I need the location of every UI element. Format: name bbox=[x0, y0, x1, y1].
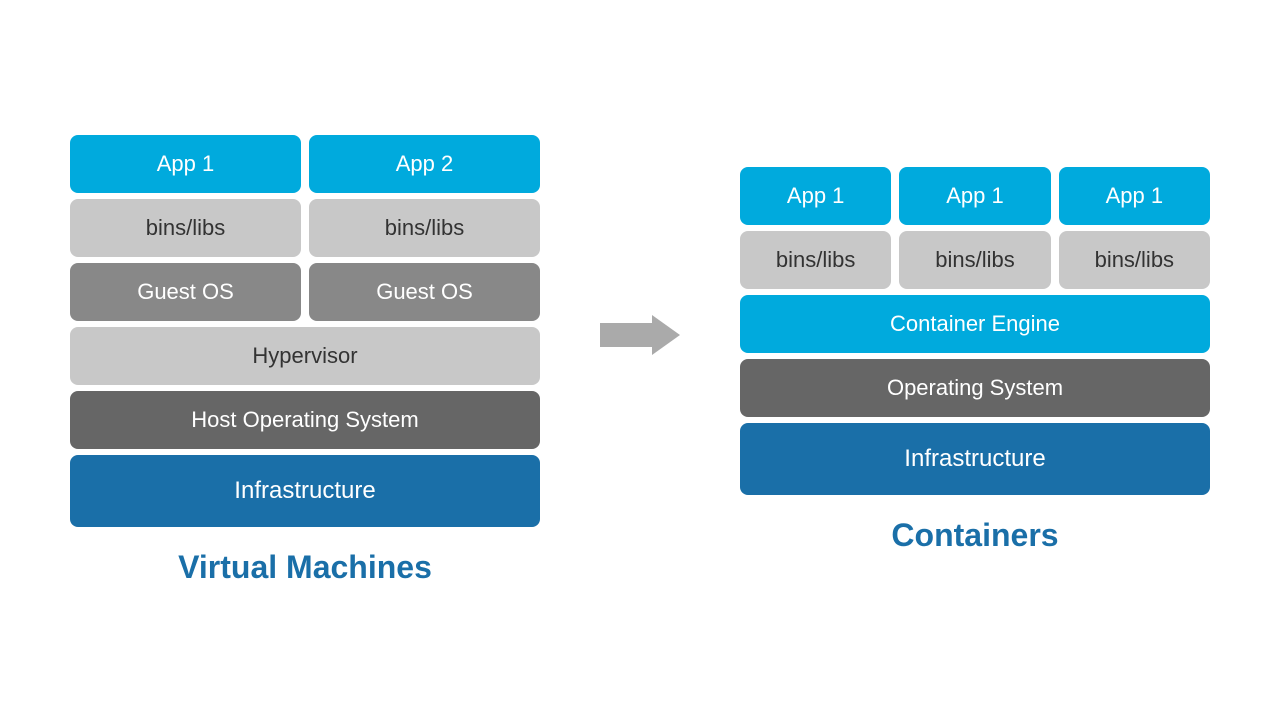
vm-guestos2: Guest OS bbox=[309, 263, 540, 321]
vm-app1: App 1 bbox=[70, 135, 301, 193]
ct-row-engine: Container Engine bbox=[740, 295, 1210, 353]
vm-row-hostos: Host Operating System bbox=[70, 391, 540, 449]
main-layout: App 1 App 2 bins/libs bins/libs Guest OS… bbox=[0, 115, 1280, 606]
ct-infra: Infrastructure bbox=[740, 423, 1210, 495]
ct-bins2: bins/libs bbox=[899, 231, 1050, 289]
ct-app3: App 1 bbox=[1059, 167, 1210, 225]
ct-app2: App 1 bbox=[899, 167, 1050, 225]
arrow-container bbox=[600, 310, 680, 360]
containers-title: Containers bbox=[891, 517, 1058, 554]
ct-row-os: Operating System bbox=[740, 359, 1210, 417]
vm-bins1: bins/libs bbox=[70, 199, 301, 257]
ct-engine: Container Engine bbox=[740, 295, 1210, 353]
vm-title: Virtual Machines bbox=[178, 549, 432, 586]
vm-section: App 1 App 2 bins/libs bins/libs Guest OS… bbox=[70, 135, 540, 586]
ct-os: Operating System bbox=[740, 359, 1210, 417]
ct-bins3: bins/libs bbox=[1059, 231, 1210, 289]
ct-row-bins: bins/libs bins/libs bins/libs bbox=[740, 231, 1210, 289]
vm-row-infra: Infrastructure bbox=[70, 455, 540, 527]
vm-hypervisor: Hypervisor bbox=[70, 327, 540, 385]
ct-app1: App 1 bbox=[740, 167, 891, 225]
ct-row-infra: Infrastructure bbox=[740, 423, 1210, 495]
vm-bins2: bins/libs bbox=[309, 199, 540, 257]
vm-row-apps: App 1 App 2 bbox=[70, 135, 540, 193]
vm-guestos1: Guest OS bbox=[70, 263, 301, 321]
vm-infra: Infrastructure bbox=[70, 455, 540, 527]
vm-app2: App 2 bbox=[309, 135, 540, 193]
containers-stack: App 1 App 1 App 1 bins/libs bins/libs bi… bbox=[740, 167, 1210, 495]
arrow-icon bbox=[600, 310, 680, 360]
ct-bins1: bins/libs bbox=[740, 231, 891, 289]
ct-row-apps: App 1 App 1 App 1 bbox=[740, 167, 1210, 225]
vm-row-bins: bins/libs bins/libs bbox=[70, 199, 540, 257]
vm-hostos: Host Operating System bbox=[70, 391, 540, 449]
containers-section: App 1 App 1 App 1 bins/libs bins/libs bi… bbox=[740, 167, 1210, 554]
vm-row-hypervisor: Hypervisor bbox=[70, 327, 540, 385]
vm-stack: App 1 App 2 bins/libs bins/libs Guest OS… bbox=[70, 135, 540, 527]
vm-row-guestos: Guest OS Guest OS bbox=[70, 263, 540, 321]
